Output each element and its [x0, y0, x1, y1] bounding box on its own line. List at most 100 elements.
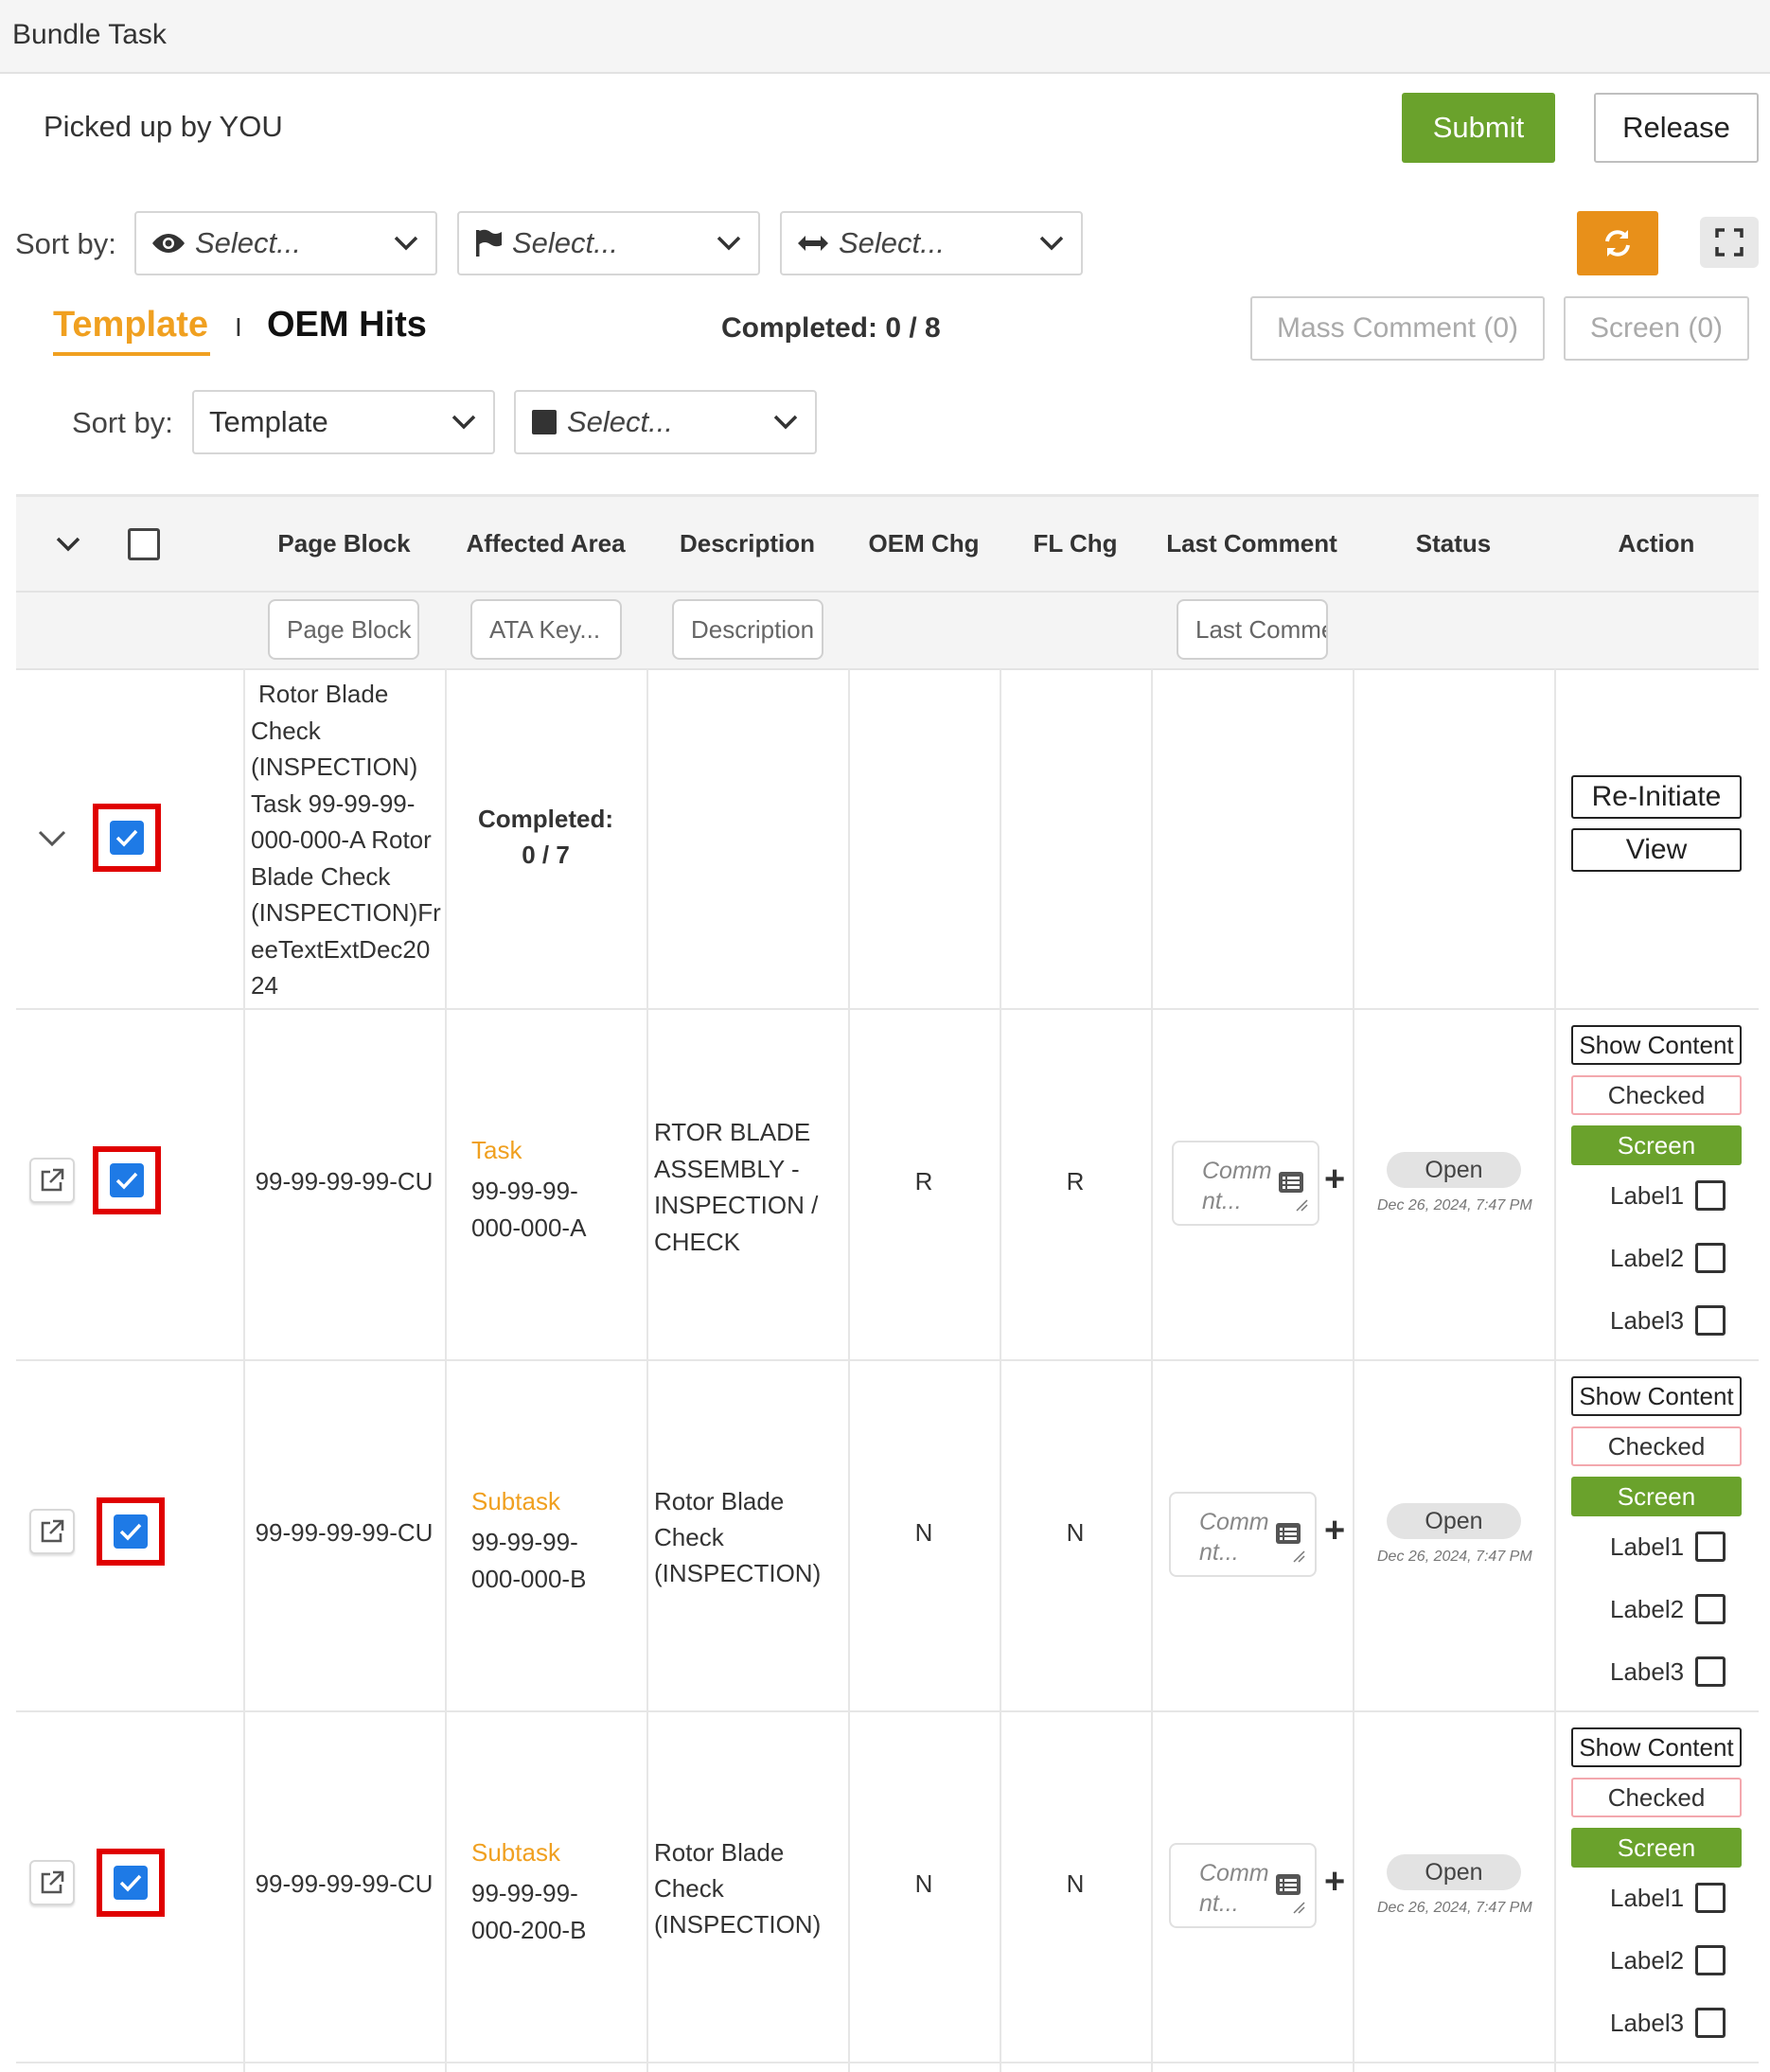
- label3-checkbox[interactable]: Label3: [1610, 2008, 1726, 2038]
- row-checkbox[interactable]: [97, 1849, 165, 1917]
- checked-button[interactable]: Checked: [1571, 1426, 1742, 1466]
- column-header-page-block[interactable]: Page Block: [243, 497, 445, 591]
- label2-checkbox[interactable]: Label2: [1610, 1945, 1726, 1975]
- page-block-cell: 99-99-99-99-CU: [255, 1869, 434, 1898]
- chevron-down-icon: [394, 236, 418, 251]
- resize-handle-icon[interactable]: [1295, 1198, 1308, 1216]
- oem-chg-cell: R: [914, 1167, 933, 1195]
- column-header-oem-chg[interactable]: OEM Chg: [848, 497, 1000, 591]
- sort-by-label: Sort by:: [15, 227, 116, 260]
- sort-select-template-value: Template: [209, 405, 328, 438]
- group-completed: Completed: 0 / 7: [478, 805, 613, 869]
- label3-checkbox[interactable]: Label3: [1610, 1305, 1726, 1336]
- filter-last-comment-input[interactable]: Last Comment: [1177, 599, 1328, 660]
- area-type-link[interactable]: Task: [471, 1127, 586, 1173]
- screen-count-button[interactable]: Screen (0): [1564, 296, 1749, 361]
- open-external-icon[interactable]: [29, 1860, 75, 1905]
- label1-checkbox[interactable]: Label1: [1610, 1883, 1726, 1913]
- checkmark-icon: [114, 1866, 148, 1900]
- open-external-icon[interactable]: [29, 1509, 75, 1554]
- affected-area-cell: Task 99-99-99- 000-000-A: [471, 1127, 586, 1246]
- label3-checkbox[interactable]: Label3: [1610, 1656, 1726, 1687]
- status-date: Dec 26, 2024, 7:47 PM: [1377, 1900, 1532, 1916]
- reinitiate-button[interactable]: Re-Initiate: [1571, 775, 1742, 819]
- sort-by-label-secondary: Sort by:: [72, 406, 173, 439]
- table-row: 99-99-99-99-CU Task 99-99-99- 000-000-A …: [16, 1008, 1759, 1361]
- group-page-block: Rotor Blade Check (INSPECTION) Task 99-9…: [251, 680, 441, 1000]
- collapse-all-toggle[interactable]: [35, 497, 101, 591]
- table-row: 99-99-99-99-CU Subtask 99-99-99- 000-000…: [16, 1359, 1759, 1712]
- filter-page-block-input[interactable]: Page Block: [268, 599, 419, 660]
- list-icon: [1275, 1873, 1301, 1901]
- sort-select-visibility-placeholder: Select...: [195, 226, 301, 259]
- filter-description-input[interactable]: Description: [672, 599, 823, 660]
- task-table: Page Block Affected Area Description OEM…: [16, 494, 1759, 2072]
- resize-handle-icon[interactable]: [1292, 1901, 1305, 1919]
- column-header-last-comment[interactable]: Last Comment: [1151, 497, 1353, 591]
- table-header: Page Block Affected Area Description OEM…: [16, 497, 1759, 593]
- tab-oem-hits[interactable]: OEM Hits: [267, 305, 427, 345]
- description-cell: RTOR BLADE ASSEMBLY - INSPECTION / CHECK: [654, 1118, 819, 1256]
- comment-input[interactable]: Comm nt...: [1172, 1141, 1319, 1226]
- sort-select-flag[interactable]: Select...: [457, 211, 760, 275]
- open-external-icon[interactable]: [29, 1158, 75, 1203]
- picked-up-status: Picked up by YOU: [44, 110, 283, 143]
- sort-select-visibility[interactable]: Select...: [134, 211, 437, 275]
- column-header-affected-area[interactable]: Affected Area: [445, 497, 646, 591]
- column-header-status[interactable]: Status: [1353, 497, 1554, 591]
- screen-button[interactable]: Screen: [1571, 1477, 1742, 1516]
- checked-button[interactable]: Checked: [1571, 1075, 1742, 1115]
- completed-summary: Completed: 0 / 8: [721, 312, 941, 344]
- show-content-button[interactable]: Show Content: [1571, 1025, 1742, 1065]
- chevron-down-icon: [56, 537, 80, 552]
- status-badge: Open: [1387, 1503, 1521, 1539]
- area-type-link[interactable]: Subtask: [471, 1830, 586, 1875]
- status-badge: Open: [1387, 1152, 1521, 1188]
- view-button[interactable]: View: [1571, 828, 1742, 872]
- column-header-fl-chg[interactable]: FL Chg: [1000, 497, 1151, 591]
- add-comment-icon[interactable]: +: [1324, 1160, 1345, 1200]
- tab-template[interactable]: Template: [53, 305, 208, 345]
- area-type-link[interactable]: Subtask: [471, 1479, 586, 1524]
- show-content-button[interactable]: Show Content: [1571, 1376, 1742, 1416]
- resize-handle-icon[interactable]: [1292, 1550, 1305, 1567]
- group-collapse-toggle[interactable]: [38, 830, 66, 847]
- column-header-action: Action: [1618, 529, 1695, 558]
- tab-template-underline: [53, 352, 210, 356]
- column-header-description[interactable]: Description: [646, 497, 848, 591]
- oem-chg-cell: N: [914, 1869, 933, 1898]
- comment-input[interactable]: Comm nt...: [1169, 1843, 1317, 1928]
- filter-ata-key-input[interactable]: ATA Key...: [470, 599, 622, 660]
- oem-chg-cell: N: [914, 1518, 933, 1547]
- comment-input[interactable]: Comm nt...: [1169, 1492, 1317, 1577]
- row-checkbox[interactable]: [97, 1497, 165, 1566]
- screen-button[interactable]: Screen: [1571, 1828, 1742, 1868]
- checked-button[interactable]: Checked: [1571, 1778, 1742, 1817]
- show-content-button[interactable]: Show Content: [1571, 1727, 1742, 1767]
- mass-comment-button[interactable]: Mass Comment (0): [1250, 296, 1545, 361]
- sort-select-template[interactable]: Template: [192, 390, 495, 454]
- row-checkbox[interactable]: [93, 1146, 161, 1214]
- label1-checkbox[interactable]: Label1: [1610, 1532, 1726, 1562]
- add-comment-icon[interactable]: +: [1324, 1862, 1345, 1903]
- square-icon: [531, 409, 558, 435]
- release-button[interactable]: Release: [1594, 93, 1759, 163]
- arrows-horizontal-icon: [797, 234, 829, 253]
- fl-chg-cell: R: [1066, 1167, 1085, 1195]
- flag-icon: [474, 228, 503, 258]
- submit-button[interactable]: Submit: [1402, 93, 1555, 163]
- eye-icon: [151, 232, 186, 255]
- screen-button[interactable]: Screen: [1571, 1125, 1742, 1165]
- add-comment-icon[interactable]: +: [1324, 1511, 1345, 1551]
- label2-checkbox[interactable]: Label2: [1610, 1594, 1726, 1624]
- label1-checkbox[interactable]: Label1: [1610, 1180, 1726, 1211]
- refresh-button[interactable]: [1577, 211, 1658, 275]
- fullscreen-button[interactable]: [1700, 217, 1759, 268]
- sort-select-direction[interactable]: Select...: [780, 211, 1083, 275]
- checkmark-icon: [110, 1163, 144, 1197]
- select-all-checkbox[interactable]: [111, 497, 177, 591]
- group-row-checkbox[interactable]: [93, 804, 161, 872]
- label2-checkbox[interactable]: Label2: [1610, 1243, 1726, 1273]
- sort-select-color[interactable]: Select...: [514, 390, 817, 454]
- sort-select-direction-placeholder: Select...: [839, 226, 945, 259]
